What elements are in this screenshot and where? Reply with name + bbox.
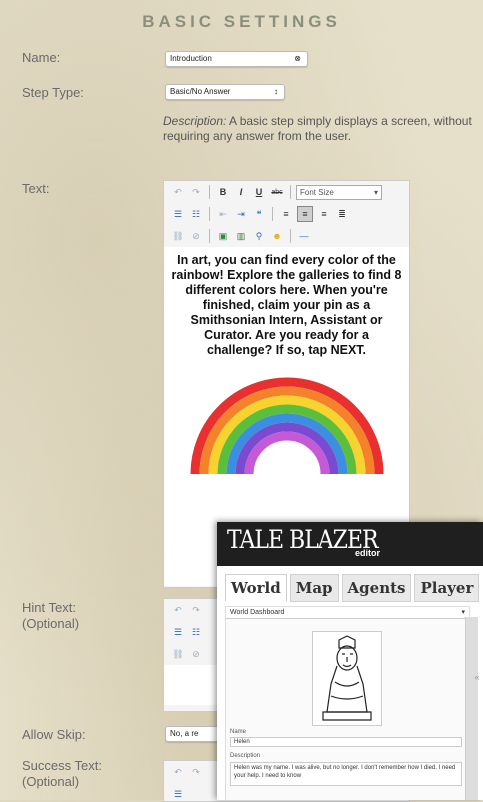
name-input[interactable]: Introduction ⊗	[165, 51, 308, 67]
link-icon[interactable]: ⛓	[171, 229, 185, 243]
world-dashboard-dropdown[interactable]: World Dashboard ▾	[226, 607, 469, 619]
success-label: Success Text: (Optional)	[22, 758, 102, 790]
bullet-list-icon[interactable]: ☰	[171, 787, 185, 801]
hint-label-line2: (Optional)	[22, 616, 80, 631]
image-icon[interactable]: ▣	[216, 229, 230, 243]
taleblazer-tabs: World Map Agents Player	[217, 566, 483, 602]
underline-icon[interactable]: U	[252, 185, 266, 199]
page-title: BASIC SETTINGS	[142, 12, 341, 31]
allow-skip-value: No, a re	[170, 729, 199, 738]
font-size-select[interactable]: Font Size ▾	[296, 184, 382, 200]
dropdown-value: World Dashboard	[230, 609, 285, 616]
name-input-value: Introduction	[170, 54, 212, 63]
undo-icon[interactable]: ↶	[171, 185, 185, 199]
text-label: Text:	[22, 181, 50, 196]
redo-icon[interactable]: ↷	[189, 603, 203, 617]
description-field-label: Description	[230, 753, 261, 759]
rainbow-image	[190, 377, 383, 475]
bold-icon[interactable]: B	[216, 185, 230, 199]
step-type-select[interactable]: Basic/No Answer ↕	[165, 84, 285, 100]
edit-image-icon[interactable]: ⚲	[252, 229, 266, 243]
description-prefix: Description:	[163, 114, 227, 128]
font-size-value: Font Size	[300, 187, 334, 197]
portrait-sketch	[322, 635, 372, 721]
name-label: Name:	[22, 50, 61, 65]
hint-label: Hint Text: (Optional)	[22, 600, 79, 632]
clear-icon[interactable]: ⊗	[294, 52, 301, 66]
step-type-label: Step Type:	[22, 85, 84, 100]
undo-icon[interactable]: ↶	[171, 765, 185, 779]
align-justify-icon[interactable]: ≣	[335, 207, 349, 221]
align-center-icon[interactable]: ≡	[297, 206, 313, 222]
chevron-down-icon: ▾	[373, 187, 378, 197]
unlink-icon[interactable]: ⊘	[189, 647, 203, 661]
redo-icon[interactable]: ↷	[189, 765, 203, 779]
agent-description-input[interactable]: Helen was my name. I was alive, but no l…	[230, 762, 462, 786]
success-label-line1: Success Text:	[22, 758, 102, 773]
align-left-icon[interactable]: ≡	[279, 207, 293, 221]
agent-avatar[interactable]	[312, 631, 382, 726]
indent-icon[interactable]: ⇥	[234, 207, 248, 221]
allow-skip-label: Allow Skip:	[22, 727, 86, 742]
numbered-list-icon[interactable]: ☷	[189, 625, 203, 639]
name-field-label: Name	[230, 729, 247, 735]
editor-label: editor	[355, 548, 381, 558]
scrollbar[interactable]	[465, 617, 478, 800]
taleblazer-header: TALE BLAZER editor	[217, 522, 483, 566]
blockquote-icon[interactable]: ❝	[252, 207, 266, 221]
tab-agents[interactable]: Agents	[341, 574, 412, 602]
align-right-icon[interactable]: ≡	[317, 207, 331, 221]
tab-map[interactable]: Map	[289, 574, 339, 602]
redo-icon[interactable]: ↷	[189, 185, 203, 199]
strikethrough-icon[interactable]: abc	[270, 185, 284, 199]
hint-label-line1: Hint Text:	[22, 600, 76, 615]
bullet-list-icon[interactable]: ☰	[171, 625, 185, 639]
world-dashboard: World Dashboard ▾ Name Helen Description…	[225, 606, 470, 800]
bullet-list-icon[interactable]: ☰	[171, 207, 185, 221]
editor-toolbar-row-2: ☰ ☷ ⇤ ⇥ ❝ ≡ ≡ ≡ ≣	[164, 203, 409, 225]
horizontal-rule-icon[interactable]: —	[297, 229, 311, 243]
editor-toolbar-row-1: ↶ ↷ B I U abc Font Size ▾	[164, 181, 409, 203]
agent-name-input[interactable]: Helen	[230, 737, 462, 747]
tab-player[interactable]: Player	[414, 574, 480, 602]
step-type-value: Basic/No Answer	[170, 87, 231, 96]
numbered-list-icon[interactable]: ☷	[189, 207, 203, 221]
unlink-icon[interactable]: ⊘	[189, 229, 203, 243]
panel-collapse-icon[interactable]: «	[471, 672, 483, 696]
success-label-line2: (Optional)	[22, 774, 80, 789]
italic-icon[interactable]: I	[234, 185, 248, 199]
media-icon[interactable]: ▥	[234, 229, 248, 243]
editor-toolbar-row-3: ⛓ ⊘ ▣ ▥ ⚲ ☻ —	[164, 225, 409, 247]
outdent-icon[interactable]: ⇤	[216, 207, 230, 221]
stepper-icon: ↕	[274, 87, 278, 96]
taleblazer-editor-panel: TALE BLAZER editor World Map Agents Play…	[217, 522, 483, 800]
rainbow-band	[244, 431, 329, 475]
undo-icon[interactable]: ↶	[171, 603, 185, 617]
tab-world[interactable]: World	[225, 574, 287, 602]
emoticon-icon[interactable]: ☻	[270, 229, 284, 243]
editor-text: In art, you can find every color of the …	[171, 253, 402, 357]
link-icon[interactable]: ⛓	[171, 647, 185, 661]
step-description: Description: A basic step simply display…	[163, 114, 483, 144]
